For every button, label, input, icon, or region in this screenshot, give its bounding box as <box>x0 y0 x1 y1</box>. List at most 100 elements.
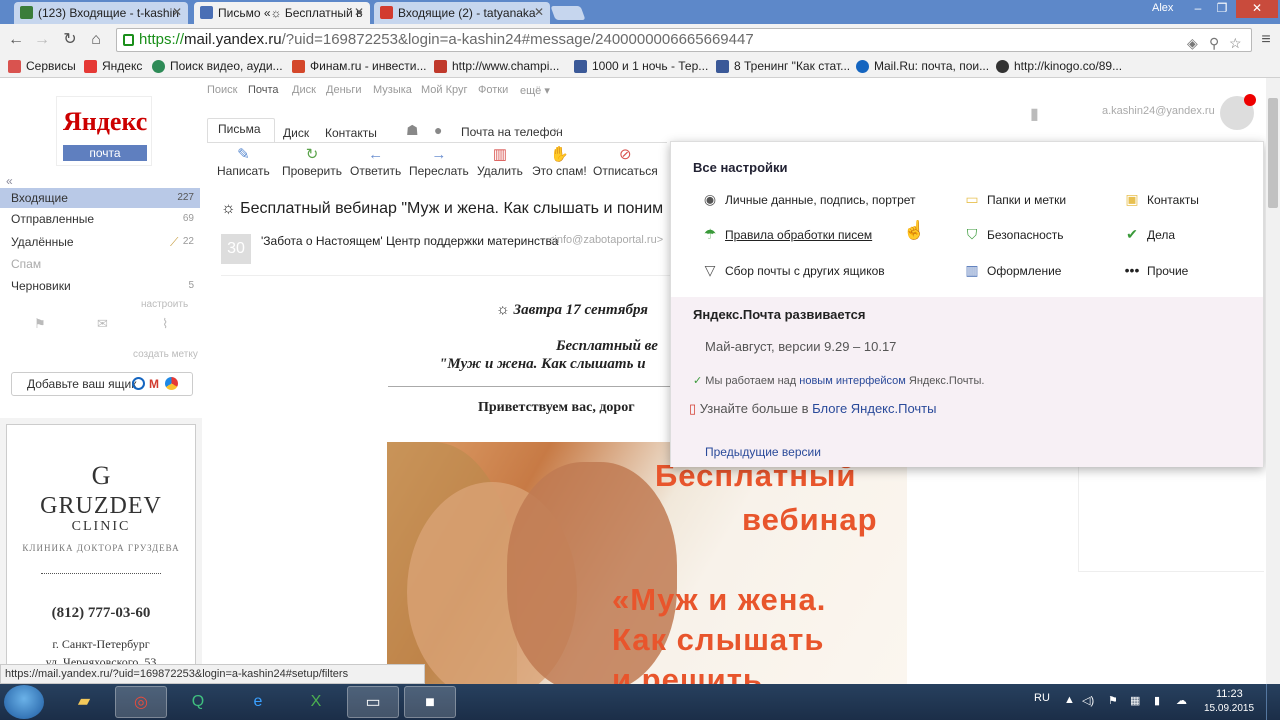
tab-contacts[interactable]: Контакты <box>325 126 377 140</box>
clock-date[interactable]: 15.09.2015 <box>1204 703 1254 714</box>
forward-button[interactable]: → Переслать <box>409 146 469 178</box>
webinar-banner-image[interactable]: Бесплатный вебинар «Муж и жена. Как слыш… <box>387 442 907 684</box>
tab-disk[interactable]: Диск <box>283 126 309 140</box>
close-window-button[interactable]: ✕ <box>1236 0 1278 18</box>
nav-music[interactable]: Музыка <box>373 84 412 96</box>
setting-other[interactable]: ••• Прочие <box>1119 262 1189 278</box>
nav-disk[interactable]: Диск <box>292 84 316 96</box>
scrollbar-thumb[interactable] <box>1268 98 1278 208</box>
updates-versions[interactable]: Май-август, версии 9.29 – 10.17 <box>705 339 896 354</box>
back-arrow-icon[interactable]: ← <box>6 30 26 50</box>
add-mailbox-button[interactable]: Добавьте ваш ящик M <box>11 372 193 396</box>
nav-search[interactable]: Поиск <box>207 84 237 96</box>
setting-contacts[interactable]: ▣ Контакты <box>1119 191 1198 207</box>
camera-taskbar-button[interactable]: ■ <box>404 686 456 718</box>
start-button[interactable] <box>4 685 44 719</box>
explorer-taskbar-button[interactable]: ▰ <box>58 686 110 718</box>
nav-money[interactable]: Деньги <box>326 84 362 96</box>
setting-security[interactable]: ⛉ Безопасность <box>959 226 1064 242</box>
sender-name[interactable]: 'Забота о Настоящем' Центр поддержки мат… <box>261 234 558 248</box>
check-mail-button[interactable]: ↻ Проверить <box>282 146 342 178</box>
page-scrollbar[interactable] <box>1266 78 1280 684</box>
bookmark-kinogo[interactable]: http://kinogo.co/89... <box>996 59 1122 73</box>
cloud-icon[interactable]: ☁ <box>1176 694 1187 707</box>
bookmark-apps[interactable]: Сервисы <box>8 59 76 73</box>
folder-inbox[interactable]: Входящие 227 <box>0 188 200 208</box>
yandex-mail-logo[interactable]: Яндекс почта <box>56 96 152 166</box>
setting-themes[interactable]: ▥ Оформление <box>959 262 1061 278</box>
tab-phone-mail[interactable]: Почта на телефон <box>461 125 563 139</box>
create-label-link[interactable]: создать метку <box>133 349 198 360</box>
nav-mail[interactable]: Почта <box>248 84 279 96</box>
folder-drafts[interactable]: Черновики 5 <box>0 276 200 296</box>
home-icon[interactable]: ⌂ <box>86 30 106 50</box>
all-settings-link[interactable]: Все настройки <box>693 160 788 175</box>
close-tab-icon[interactable]: ✕ <box>172 5 182 19</box>
flag-icon[interactable]: ⚑ <box>34 316 46 332</box>
bookmark-star-icon[interactable]: ☆ <box>1229 32 1242 54</box>
setting-personal[interactable]: ◉ Личные данные, подпись, портрет <box>697 191 916 207</box>
volume-icon[interactable]: ◁) <box>1082 694 1094 707</box>
flag-icon[interactable]: ⚑ <box>1108 694 1118 707</box>
nav-moikrug[interactable]: Мой Круг <box>421 84 468 96</box>
apple-icon[interactable]: ● <box>434 122 442 138</box>
delete-button[interactable]: ▥ Удалить <box>477 146 523 178</box>
bookmark-video-search[interactable]: Поиск видео, ауди... <box>152 59 283 73</box>
close-tab-icon[interactable]: ✕ <box>354 5 364 19</box>
extension-icon[interactable]: ◈ <box>1187 32 1198 54</box>
folder-deleted[interactable]: Удалённые ⟋ 22 <box>0 232 200 252</box>
address-bar[interactable]: https://mail.yandex.ru/?uid=169872253&lo… <box>116 28 1252 52</box>
sender-email[interactable]: <info@zabotaportal.ru> <box>548 234 663 246</box>
tray-arrow-icon[interactable]: ▲ <box>1064 694 1075 706</box>
language-indicator[interactable]: RU <box>1034 692 1050 704</box>
qip-taskbar-button[interactable]: Q <box>172 686 224 718</box>
bookmark-training[interactable]: 8 Тренинг "Как стат... <box>716 59 850 73</box>
new-tab-button[interactable] <box>550 6 586 20</box>
minimize-button[interactable]: – <box>1186 0 1210 18</box>
tab-inbox-kashin[interactable]: (123) Входящие - t-kashin ✕ <box>14 2 188 24</box>
broom-icon[interactable]: ⟋ <box>170 232 178 252</box>
avatar[interactable] <box>1220 94 1256 130</box>
ie-taskbar-button[interactable]: e <box>232 686 284 718</box>
tab-letters[interactable]: Письма <box>218 122 261 136</box>
bookmark-finam[interactable]: Финам.ru - инвести... <box>292 59 427 73</box>
nav-photos[interactable]: Фотки <box>478 84 508 96</box>
remote-desktop-taskbar-button[interactable]: ▭ <box>347 686 399 718</box>
setting-todo[interactable]: ✔ Дела <box>1119 226 1175 242</box>
excel-taskbar-button[interactable]: X <box>290 686 342 718</box>
folder-spam[interactable]: Спам <box>0 254 200 274</box>
setting-filters[interactable]: ☂ Правила обработки писем <box>697 226 872 242</box>
collapse-sidebar-icon[interactable]: « <box>6 174 13 188</box>
show-desktop-button[interactable] <box>1266 684 1280 720</box>
bookmark-mailru[interactable]: Mail.Ru: почта, пои... <box>856 59 989 73</box>
folder-setup-link[interactable]: настроить <box>141 299 188 310</box>
signal-icon[interactable]: ▮ <box>1154 694 1160 707</box>
nav-more[interactable]: ещё ▾ <box>520 84 550 97</box>
close-tab-icon[interactable]: ✕ <box>534 5 544 19</box>
spam-button[interactable]: ✋ Это спам! <box>532 146 587 178</box>
user-email[interactable]: a.kashin24@yandex.ru <box>1102 105 1215 117</box>
envelope-icon[interactable]: ✉ <box>97 316 108 332</box>
forward-arrow-icon[interactable]: → <box>32 30 52 50</box>
compose-button[interactable]: ✎ Написать <box>217 146 270 178</box>
blog-link[interactable]: Блоге Яндекс.Почты <box>812 401 936 416</box>
setting-collector[interactable]: ▽ Сбор почты с других ящиков <box>697 262 885 278</box>
bookmark-yandex[interactable]: Яндекс <box>84 59 142 73</box>
bookmark-1001-nights[interactable]: 1000 и 1 ночь - Тер... <box>574 59 708 73</box>
clock-time[interactable]: 11:23 <box>1216 688 1243 700</box>
search-icon[interactable]: ⚲ <box>1209 32 1219 54</box>
contacts-book-icon[interactable]: ▮ <box>1030 104 1039 124</box>
tab-letter[interactable]: Письмо «☼ Бесплатный в ✕ <box>194 2 370 24</box>
tab-inbox-tatyana[interactable]: Входящие (2) - tatyanaka ✕ <box>374 2 550 24</box>
folder-sent[interactable]: Отправленные 69 <box>0 209 200 229</box>
maximize-button[interactable]: ❐ <box>1210 0 1234 18</box>
reload-icon[interactable]: ↻ <box>60 30 80 50</box>
network-icon[interactable]: ▦ <box>1130 694 1140 707</box>
chrome-taskbar-button[interactable]: ◎ <box>115 686 167 718</box>
bookmark-champi[interactable]: http://www.champi... <box>434 59 559 73</box>
close-phone-tab-icon[interactable]: × <box>553 124 560 138</box>
menu-icon[interactable]: ≡ <box>1256 30 1276 50</box>
new-interface-link[interactable]: новым интерфейсом <box>799 375 906 387</box>
reply-button[interactable]: ← Ответить <box>350 146 401 178</box>
paperclip-icon[interactable]: ⌇ <box>162 316 168 332</box>
